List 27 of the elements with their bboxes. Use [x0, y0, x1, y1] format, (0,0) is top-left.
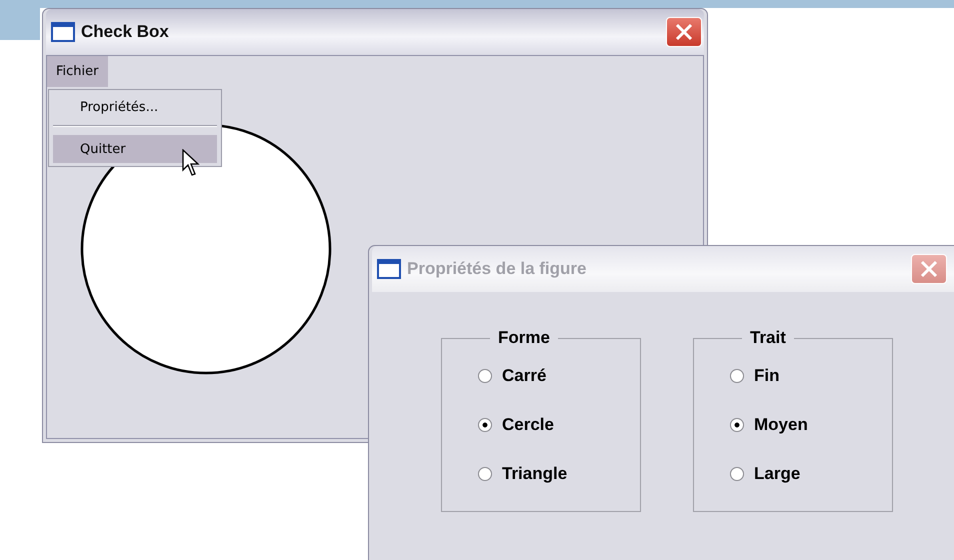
radio-button[interactable] — [478, 369, 492, 383]
radio-label: Fin — [754, 366, 780, 386]
window-icon — [377, 259, 401, 279]
radio-label: Moyen — [754, 415, 808, 435]
close-button[interactable] — [666, 17, 702, 47]
radio-button[interactable] — [730, 369, 744, 383]
radio-button[interactable] — [730, 467, 744, 481]
radio-button[interactable] — [730, 418, 744, 432]
menu-item[interactable]: Propriétés... — [53, 93, 217, 121]
window-title: Check Box — [81, 22, 170, 42]
pointer-icon — [182, 149, 200, 177]
radio-label: Carré — [502, 366, 546, 386]
radio-button[interactable] — [478, 418, 492, 432]
menu-item[interactable]: Quitter — [53, 135, 217, 163]
radio-button[interactable] — [478, 467, 492, 481]
window-icon — [51, 22, 75, 42]
close-icon — [919, 259, 939, 279]
background-block — [0, 0, 40, 40]
window-title: Propriétés de la figure — [407, 259, 588, 279]
radio-label: Triangle — [502, 464, 568, 484]
close-button[interactable] — [911, 254, 947, 284]
radio-label: Large — [754, 464, 800, 484]
group-label: Trait — [749, 328, 787, 348]
menu-title[interactable]: Fichier — [47, 56, 108, 87]
group-label: Forme — [497, 328, 551, 348]
close-icon — [674, 22, 694, 42]
radio-label: Cercle — [502, 415, 554, 435]
